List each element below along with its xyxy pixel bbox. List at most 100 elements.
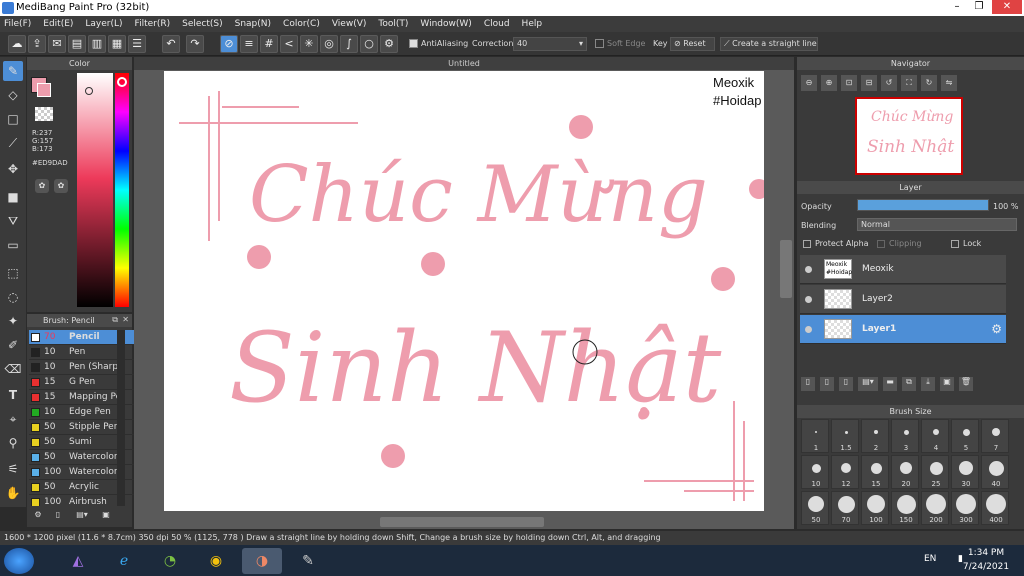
brush-size-option[interactable]: 3 bbox=[891, 419, 919, 453]
smudge-tool-icon[interactable]: ⚟ bbox=[3, 459, 23, 479]
brush-size-option[interactable]: 1.5 bbox=[831, 419, 859, 453]
layer-row[interactable]: Layer2 bbox=[800, 285, 1006, 314]
flip-icon[interactable]: ⇋ bbox=[941, 75, 957, 91]
gradient-tool-icon[interactable]: ▭ bbox=[3, 235, 23, 255]
radial-snap-icon[interactable]: ✳ bbox=[300, 35, 318, 53]
vertical-scrollbar-thumb[interactable] bbox=[780, 240, 792, 298]
chrome-icon[interactable]: ◉ bbox=[196, 548, 236, 574]
layer-settings-icon[interactable]: ▣ bbox=[940, 377, 954, 391]
eraser-tool-icon[interactable]: ◇ bbox=[3, 85, 23, 105]
layers-icon[interactable]: ▥ bbox=[88, 35, 106, 53]
saturation-brightness-picker[interactable] bbox=[77, 73, 113, 307]
eye-icon[interactable] bbox=[805, 296, 812, 303]
menu-tool[interactable]: Tool(T) bbox=[378, 16, 408, 32]
brush-settings-icon[interactable]: ▣ bbox=[99, 510, 113, 524]
zoom-in-icon[interactable]: ⊕ bbox=[821, 75, 837, 91]
select-tool-icon[interactable]: ⬚ bbox=[3, 263, 23, 283]
brush-size-option[interactable]: 300 bbox=[951, 491, 979, 525]
eyedropper-icon[interactable]: ⚲ bbox=[3, 433, 23, 453]
zoom-reset-icon[interactable]: ⊟ bbox=[861, 75, 877, 91]
close-button[interactable]: ✕ bbox=[992, 0, 1022, 14]
internet-explorer-icon[interactable]: e bbox=[104, 548, 144, 574]
reset-button[interactable]: ⊘ Reset bbox=[670, 37, 715, 51]
brush-menu-icon[interactable]: ▤▾ bbox=[71, 510, 93, 524]
new-8bit-layer-icon[interactable]: ▯ bbox=[839, 377, 853, 391]
brush-size-option[interactable]: 70 bbox=[831, 491, 859, 525]
lasso-tool-icon[interactable]: ◌ bbox=[3, 287, 23, 307]
folder-icon[interactable]: ▬ bbox=[883, 377, 897, 391]
brush-size-option[interactable]: 25 bbox=[921, 455, 949, 489]
menu-edit[interactable]: Edit(E) bbox=[43, 16, 73, 32]
shape-tool-icon[interactable]: ■ bbox=[3, 187, 23, 207]
brush-size-option[interactable]: 200 bbox=[921, 491, 949, 525]
brush-size-option[interactable]: 30 bbox=[951, 455, 979, 489]
pen-tool-icon[interactable]: ⟋ bbox=[3, 133, 23, 153]
medibang-taskbar-icon[interactable]: ◑ bbox=[242, 548, 282, 574]
parallel-snap-icon[interactable]: ≡ bbox=[240, 35, 258, 53]
language-indicator[interactable]: EN bbox=[924, 554, 936, 564]
brush-size-option[interactable]: 20 bbox=[891, 455, 919, 489]
add-brush-icon[interactable]: ⚙ bbox=[31, 510, 45, 524]
menu-view[interactable]: View(V) bbox=[332, 16, 367, 32]
coccoc-icon[interactable]: ◔ bbox=[150, 548, 190, 574]
menu-color[interactable]: Color(C) bbox=[283, 16, 320, 32]
correction-select[interactable]: 40 ▾ bbox=[513, 37, 587, 51]
layer-row[interactable]: Meoxik #Hoidap Meoxik bbox=[800, 255, 1006, 284]
settings-icon[interactable]: ⚙ bbox=[380, 35, 398, 53]
brush-tool-icon[interactable]: ✎ bbox=[3, 61, 23, 81]
text-tool-icon[interactable]: T bbox=[3, 385, 23, 405]
lock-checkbox[interactable] bbox=[951, 240, 959, 248]
expand-icon[interactable]: ⧉ bbox=[112, 315, 118, 325]
brush-size-option[interactable]: 2 bbox=[861, 419, 889, 453]
start-button[interactable] bbox=[4, 548, 34, 574]
add-layer-menu-icon[interactable]: ▤▾ bbox=[858, 377, 878, 391]
dot-tool-icon[interactable]: □ bbox=[3, 109, 23, 129]
minimize-button[interactable]: – bbox=[946, 0, 968, 14]
horizontal-scrollbar-thumb[interactable] bbox=[380, 517, 544, 527]
brush-size-option[interactable]: 4 bbox=[921, 419, 949, 453]
menu-cloud[interactable]: Cloud bbox=[484, 16, 510, 32]
visual-studio-icon[interactable]: ◭ bbox=[58, 548, 98, 574]
brush-size-option[interactable]: 5 bbox=[951, 419, 979, 453]
palette-icon[interactable]: ✿ bbox=[35, 179, 49, 193]
cross-snap-icon[interactable]: # bbox=[260, 35, 278, 53]
menu-snap[interactable]: Snap(N) bbox=[235, 16, 271, 32]
menu-layer[interactable]: Layer(L) bbox=[85, 16, 122, 32]
zoom-out-icon[interactable]: ⊖ bbox=[801, 75, 817, 91]
drawing-canvas[interactable]: Chúc Mừng Sinh Nhật Meoxik #Hoidap bbox=[164, 71, 764, 511]
antialiasing-checkbox[interactable] bbox=[409, 39, 418, 48]
brush-size-option[interactable]: 15 bbox=[861, 455, 889, 489]
brush-list-scrollbar[interactable] bbox=[117, 330, 125, 506]
eye-icon[interactable] bbox=[805, 266, 812, 273]
soft-edge-checkbox[interactable] bbox=[595, 39, 604, 48]
hand-tool-icon[interactable]: ✋ bbox=[3, 483, 23, 503]
merge-layer-icon[interactable]: ⤓ bbox=[921, 377, 935, 391]
fit-icon[interactable]: ⊡ bbox=[841, 75, 857, 91]
select-eraser-icon[interactable]: ⌫ bbox=[3, 359, 23, 379]
brush-size-option[interactable]: 100 bbox=[861, 491, 889, 525]
menu-help[interactable]: Help bbox=[522, 16, 543, 32]
vanishing-snap-icon[interactable]: < bbox=[280, 35, 298, 53]
fullscreen-icon[interactable]: ⛶ bbox=[901, 75, 917, 91]
clock-time[interactable]: 1:34 PM bbox=[966, 548, 1006, 558]
cloud-icon[interactable]: ☁ bbox=[8, 35, 26, 53]
transparent-color-swatch[interactable] bbox=[35, 107, 53, 121]
layer-row-selected[interactable]: Layer1 ⚙ bbox=[800, 315, 1006, 344]
share-icon[interactable]: ⇪ bbox=[28, 35, 46, 53]
menu-window[interactable]: Window(W) bbox=[420, 16, 471, 32]
clipping-checkbox[interactable] bbox=[877, 240, 885, 248]
new-brush-icon[interactable]: ▯ bbox=[51, 510, 65, 524]
rotate-right-icon[interactable]: ↻ bbox=[921, 75, 937, 91]
duplicate-layer-icon[interactable]: ⧉ bbox=[902, 377, 916, 391]
color-picker-cursor[interactable] bbox=[85, 87, 93, 95]
brush-size-option[interactable]: 400 bbox=[981, 491, 1009, 525]
brush-size-option[interactable]: 7 bbox=[981, 419, 1009, 453]
close-panel-icon[interactable]: ✕ bbox=[122, 315, 129, 324]
bucket-tool-icon[interactable]: ⛛ bbox=[3, 211, 23, 231]
hue-slider-handle[interactable] bbox=[117, 77, 127, 87]
redo-icon[interactable]: ↷ bbox=[186, 35, 204, 53]
layer-settings-gear-icon[interactable]: ⚙ bbox=[991, 322, 1002, 336]
menu-file[interactable]: File(F) bbox=[4, 16, 31, 32]
concentric-snap-icon[interactable]: ◎ bbox=[320, 35, 338, 53]
canvas-tab[interactable]: Untitled bbox=[134, 57, 794, 70]
